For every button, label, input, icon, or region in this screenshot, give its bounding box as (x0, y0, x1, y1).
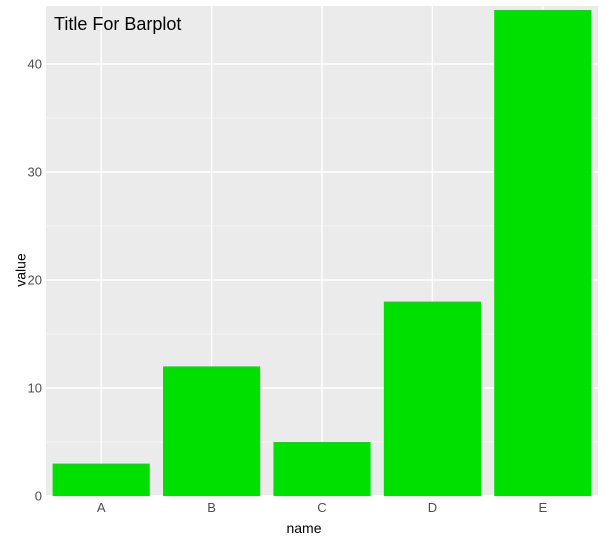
y-tick-label: 40 (2, 57, 42, 72)
plot-svg (46, 6, 598, 496)
x-axis-label: name (286, 520, 321, 536)
y-tick-label: 20 (2, 273, 42, 288)
bar-chart: Title For Barplot value name 010203040 A… (0, 0, 608, 540)
bar-C (273, 442, 370, 496)
bar-B (163, 366, 260, 496)
plot-panel (46, 6, 598, 496)
y-tick-label: 0 (2, 489, 42, 504)
bar-D (384, 302, 481, 496)
x-tick-label: D (428, 500, 437, 515)
x-tick-label: C (317, 500, 326, 515)
y-tick-label: 30 (2, 165, 42, 180)
y-tick-label: 10 (2, 381, 42, 396)
bar-A (53, 464, 150, 496)
chart-title: Title For Barplot (54, 14, 181, 35)
x-tick-label: B (207, 500, 216, 515)
bar-E (494, 10, 591, 496)
x-tick-label: A (97, 500, 106, 515)
x-tick-label: E (538, 500, 547, 515)
